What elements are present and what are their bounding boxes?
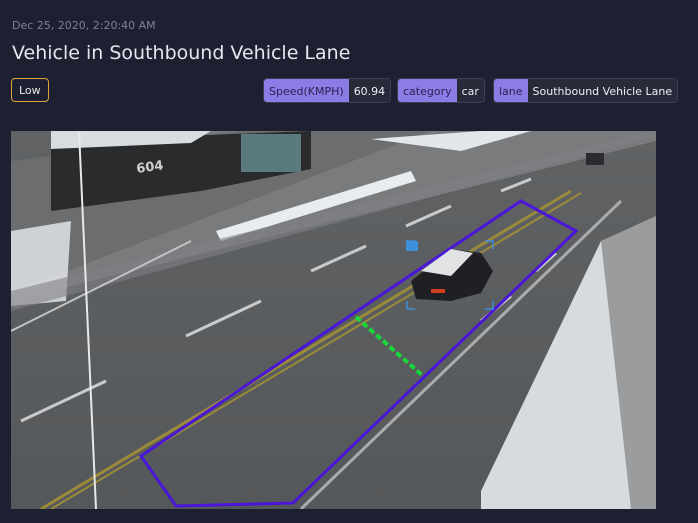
building-windows — [241, 134, 301, 172]
lane-tag-key: lane — [494, 79, 528, 102]
speed-tag: Speed(KMPH) 60.94 — [263, 78, 392, 103]
severity-badge: Low — [11, 78, 49, 102]
event-title: Vehicle in Southbound Vehicle Lane — [12, 42, 351, 64]
event-timestamp: Dec 25, 2020, 2:20:40 AM — [12, 19, 156, 32]
category-tag-key: category — [398, 79, 457, 102]
speed-tag-key: Speed(KMPH) — [264, 79, 349, 102]
category-tag-value: car — [456, 79, 484, 102]
lane-tag: lane Southbound Vehicle Lane — [493, 78, 679, 103]
distant-car — [586, 153, 604, 165]
camera-snapshot[interactable]: 604 — [11, 131, 656, 509]
camera-scene: 604 — [11, 131, 656, 509]
lane-tag-value: Southbound Vehicle Lane — [527, 79, 678, 102]
vehicle-label-icon — [406, 241, 418, 251]
category-tag: category car — [397, 78, 485, 103]
speed-tag-value: 60.94 — [348, 79, 391, 102]
